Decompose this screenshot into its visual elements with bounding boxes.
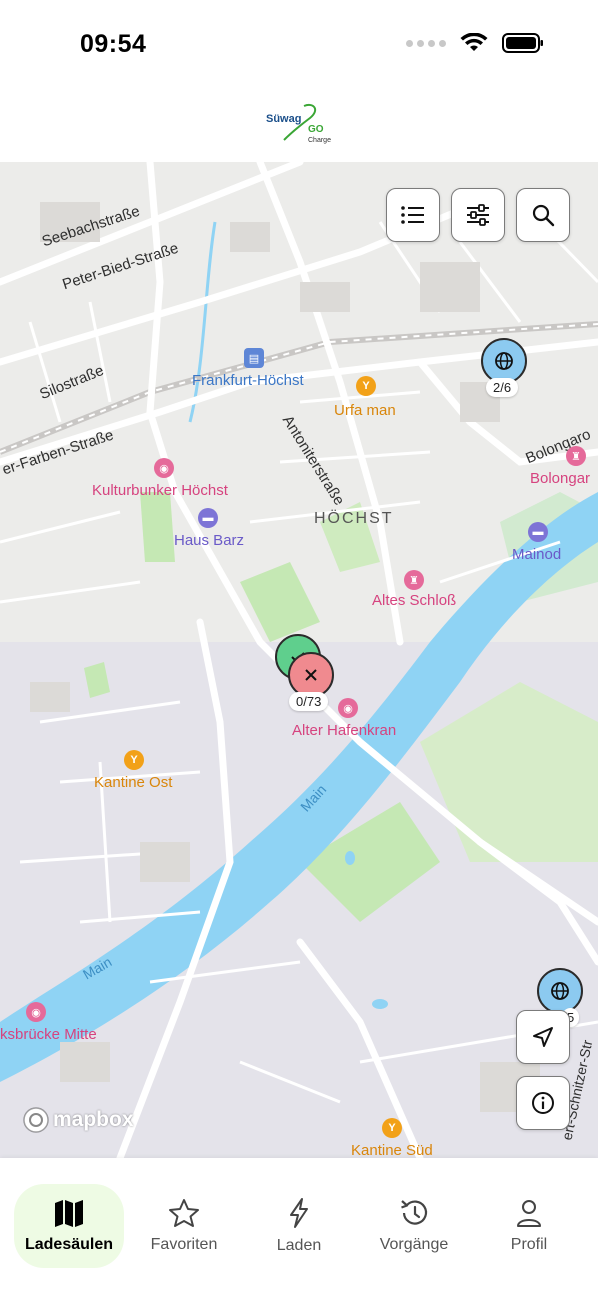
wifi-icon	[460, 33, 488, 51]
status-icons	[406, 33, 544, 53]
svg-text:Charge: Charge	[308, 137, 331, 144]
globe-icon	[551, 982, 569, 1000]
camera-icon: ◉	[338, 698, 358, 718]
filter-button[interactable]	[451, 188, 505, 242]
nav-item-vorgaenge[interactable]: Vorgänge	[359, 1184, 469, 1268]
list-view-button[interactable]	[386, 188, 440, 242]
poi-label-urfa: Urfa man	[334, 402, 396, 419]
mapbox-attribution[interactable]: mapbox	[22, 1106, 134, 1134]
nav-item-ladesaeulen[interactable]: Ladesäulen	[14, 1184, 124, 1268]
nav-label: Ladesäulen	[24, 1236, 114, 1253]
poi-label-altes-schloss: Altes Schloß	[372, 592, 457, 609]
charging-marker-bottom-right[interactable]	[537, 968, 583, 1014]
battery-icon	[502, 33, 543, 53]
person-icon	[517, 1200, 541, 1227]
list-icon	[401, 206, 424, 224]
nav-label: Vorgänge	[379, 1236, 449, 1253]
app-header: Süwag GO Charge	[0, 90, 598, 162]
search-icon	[532, 204, 555, 227]
navigation-arrow-icon	[533, 1027, 553, 1047]
castle-icon: ♜	[566, 446, 586, 466]
bottom-navigation: Ladesäulen Favoriten Laden Vorgänge Prof…	[0, 1158, 598, 1300]
poi-label-mainod: Mainod	[512, 546, 562, 563]
close-icon	[305, 669, 317, 681]
mapbox-wordmark: mapbox	[53, 1108, 134, 1131]
lightning-icon	[290, 1198, 308, 1228]
district-label: HÖCHST	[314, 510, 394, 527]
svg-text:GO: GO	[308, 124, 324, 135]
nav-label: Laden	[276, 1237, 322, 1254]
restaurant-icon: Y	[124, 750, 144, 770]
cellular-signal-icon	[406, 39, 446, 47]
castle-icon: ♜	[404, 570, 424, 590]
nav-label: Favoriten	[150, 1236, 218, 1253]
history-icon	[401, 1200, 428, 1225]
poi-label-kantine-sued: Kantine Süd	[351, 1142, 433, 1158]
camera-icon: ◉	[154, 458, 174, 478]
charging-marker-count: 2/6	[486, 378, 519, 397]
nav-item-laden[interactable]: Laden	[244, 1184, 354, 1268]
poi-label-haus-barz: Haus Barz	[174, 532, 245, 549]
train-station-icon: ▤	[244, 348, 264, 368]
poi-label-brucke-mitte: ksbrücke Mitte	[0, 1026, 97, 1043]
svg-text:Süwag: Süwag	[266, 113, 301, 125]
poi-label-alter-hafenkran: Alter Hafenkran	[292, 722, 397, 739]
status-bar: 09:54	[0, 0, 598, 90]
poi-label-kulturbunker: Kulturbunker Höchst	[92, 482, 228, 499]
charging-marker-count: 0/73	[289, 692, 329, 711]
filter-icon	[467, 204, 489, 226]
poi-label-bolongaro: Bolongar	[530, 470, 591, 487]
poi-label-station: Frankfurt-Höchst	[192, 372, 304, 389]
suewag-go-charge-logo: Süwag GO Charge	[266, 104, 331, 144]
nav-item-favoriten[interactable]: Favoriten	[129, 1184, 239, 1268]
restaurant-icon: Y	[356, 376, 376, 396]
info-button[interactable]	[516, 1076, 570, 1130]
info-icon	[532, 1092, 554, 1114]
globe-icon	[495, 352, 513, 370]
locate-me-button[interactable]	[516, 1010, 570, 1064]
mapbox-logo-icon	[23, 1107, 49, 1133]
map-view[interactable]: Seebachstraße Peter-Bied-Straße Silostra…	[0, 162, 598, 1158]
camera-icon: ◉	[26, 1002, 46, 1022]
search-button[interactable]	[516, 188, 570, 242]
hotel-icon: ▬	[198, 508, 218, 528]
nav-label: Profil	[510, 1236, 548, 1253]
nav-item-profil[interactable]: Profil	[474, 1184, 584, 1268]
star-icon	[169, 1199, 199, 1227]
poi-label-kantine-ost: Kantine Ost	[94, 774, 173, 791]
hotel-icon: ▬	[528, 522, 548, 542]
status-time: 09:54	[80, 30, 147, 58]
restaurant-icon: Y	[382, 1118, 402, 1138]
map-icon	[55, 1200, 83, 1227]
